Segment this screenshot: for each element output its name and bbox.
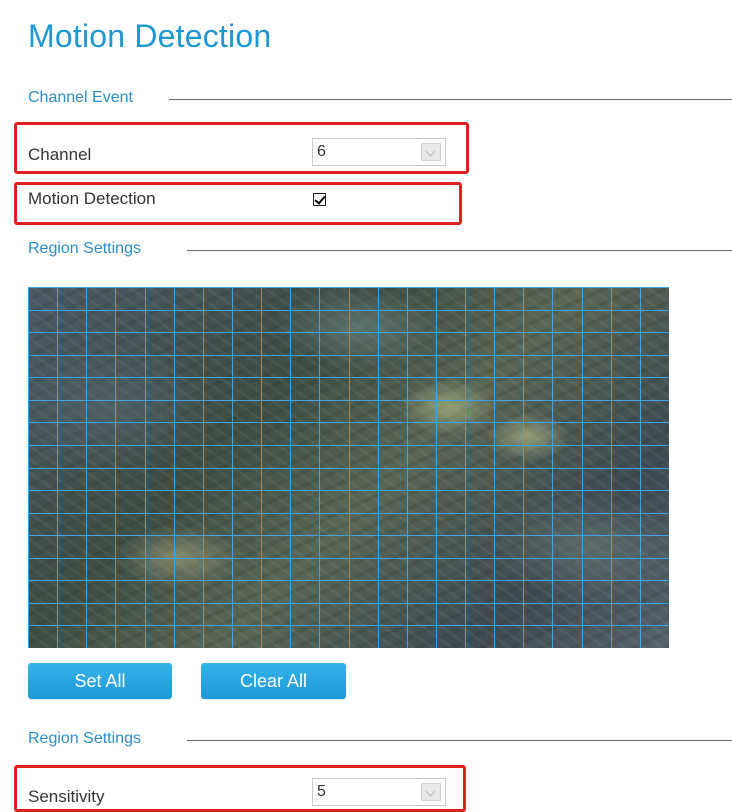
section-label: Region Settings [28, 240, 141, 257]
section-label: Region Settings [28, 730, 141, 747]
sensitivity-label: Sensitivity [28, 787, 105, 806]
motion-grid-overlay[interactable] [28, 287, 669, 648]
section-header-channel-event: Channel Event [28, 89, 732, 109]
motion-region-canvas[interactable] [28, 287, 669, 648]
sensitivity-select-value: 5 [317, 783, 326, 800]
set-all-button[interactable]: Set All [28, 663, 172, 699]
page-title: Motion Detection [28, 18, 272, 54]
chevron-down-icon[interactable] [421, 143, 441, 161]
motion-detection-checkbox[interactable] [313, 193, 326, 206]
motion-detection-label: Motion Detection [28, 189, 156, 208]
channel-label: Channel [28, 145, 92, 164]
section-divider [187, 250, 732, 251]
section-label: Channel Event [28, 89, 133, 106]
section-divider [169, 99, 732, 100]
section-header-region-settings-2: Region Settings [28, 730, 732, 750]
clear-all-button[interactable]: Clear All [201, 663, 346, 699]
section-divider [187, 740, 732, 741]
chevron-down-icon[interactable] [421, 783, 441, 801]
channel-select[interactable]: 6 [312, 138, 446, 166]
section-header-region-settings: Region Settings [28, 240, 732, 260]
channel-select-value: 6 [317, 143, 326, 160]
sensitivity-select[interactable]: 5 [312, 778, 446, 806]
